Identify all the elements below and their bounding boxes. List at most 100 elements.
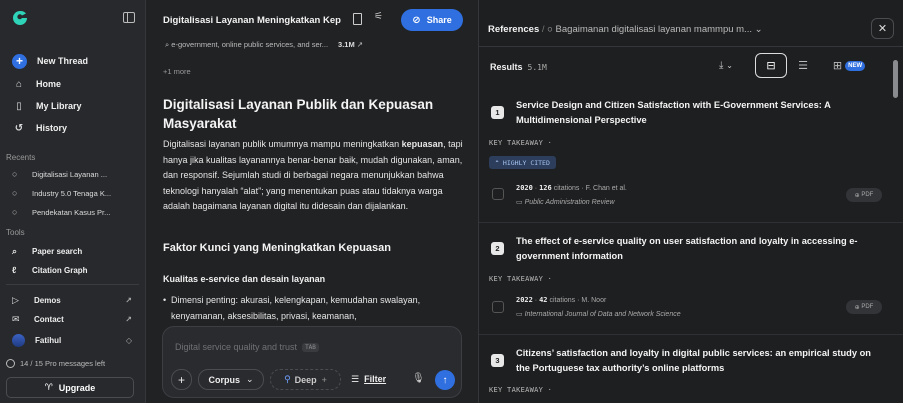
paper-title[interactable]: Service Design and Citizen Satisfaction … xyxy=(516,98,886,128)
recent-item[interactable]: ○ Pendekatan Kasus Pr... xyxy=(0,204,146,220)
sidebar-item-history[interactable]: ↺ History xyxy=(0,119,146,137)
journal-icon: ▭ xyxy=(516,311,523,318)
query-input[interactable]: Digital service quality and trust TAB xyxy=(175,342,319,353)
bookmark-icon[interactable] xyxy=(353,13,362,25)
external-link-icon: ↗ xyxy=(125,314,132,324)
usage-ring-icon xyxy=(6,359,15,368)
mic-icon[interactable]: 🎙︎ xyxy=(412,373,425,384)
paper-meta: 2020 · 126 citations · F. Chan et al. xyxy=(516,184,627,192)
sidebar-item-library[interactable]: ▯ My Library xyxy=(0,97,146,115)
filter-button[interactable]: ☰ Filter xyxy=(351,374,386,385)
source-line[interactable]: ⌕ e-government, online public services, … xyxy=(165,40,363,50)
link-icon: ⊘ xyxy=(412,14,421,26)
answer-paragraph: Digitalisasi layanan publik umumnya mamp… xyxy=(163,139,463,212)
mail-icon: ✉ xyxy=(12,313,20,324)
attach-button[interactable]: + xyxy=(171,369,192,390)
view-switcher: ⊟ ☰ ⊞ NEW xyxy=(755,53,883,78)
divider xyxy=(6,284,139,285)
chevron-down-icon: ⌄ xyxy=(754,24,763,35)
divider xyxy=(479,222,903,223)
view-list-button[interactable]: ⊟ xyxy=(755,53,787,78)
home-icon: ⌂ xyxy=(15,78,23,90)
tool-citation-graph[interactable]: ℓ Citation Graph xyxy=(0,262,146,278)
paper-journal[interactable]: ▭ International Journal of Data and Netw… xyxy=(516,310,681,318)
collapse-sidebar-icon[interactable] xyxy=(123,12,135,23)
bookmark-icon: ▯ xyxy=(16,100,22,112)
corpus-select[interactable]: Corpus ⌄ xyxy=(198,369,264,390)
download-icon: ⤓ xyxy=(719,60,724,71)
chat-icon: ○ xyxy=(12,207,18,217)
compact-view-icon: ☰ xyxy=(798,60,808,72)
avatar xyxy=(12,333,25,347)
recent-item[interactable]: ○ Digitalisasi Layanan ... xyxy=(0,166,146,182)
deep-mode-toggle[interactable]: ⚲ Deep + xyxy=(270,369,341,390)
tab-key-hint: TAB xyxy=(302,343,319,353)
thread-title: Digitalisasi Layanan Meningkatkan Kep xyxy=(163,15,341,26)
paper-journal[interactable]: ▭ Public Administration Review xyxy=(516,198,615,206)
plus-icon: + xyxy=(321,374,327,385)
query-select[interactable]: Bagaimanan digitalisasi layanan mammpu m… xyxy=(556,24,752,35)
arrow-up-icon: ↑ xyxy=(442,374,448,386)
chat-icon: ○ xyxy=(547,24,553,35)
references-panel: References / ○ Bagaimanan digitalisasi l… xyxy=(479,0,903,403)
external-link-icon: ↗ xyxy=(125,295,132,305)
pdf-icon: ⊕ xyxy=(854,304,862,311)
thread-panel: Digitalisasi Layanan Meningkatkan Kep ⚟ … xyxy=(146,0,479,403)
recent-item[interactable]: ○ Industry 5.0 Tenaga K... xyxy=(0,185,146,201)
new-badge: NEW xyxy=(845,60,866,71)
view-table-button[interactable]: ⊞ NEW xyxy=(819,53,879,78)
table-view-icon: ⊞ xyxy=(832,60,843,72)
paper-meta: 2022 · 42 citations · M. Noor xyxy=(516,296,607,304)
chat-icon: ○ xyxy=(12,188,18,198)
more-sources[interactable]: +1 more xyxy=(163,67,191,76)
send-button[interactable]: ↑ xyxy=(435,370,455,390)
share-button[interactable]: ⊘ Share xyxy=(401,9,463,31)
upgrade-button[interactable]: ♈ Upgrade xyxy=(6,377,134,398)
view-compact-button[interactable]: ☰ xyxy=(787,53,819,78)
references-header: References / ○ Bagaimanan digitalisasi l… xyxy=(488,24,763,35)
divider xyxy=(479,46,903,47)
paper-number: 3 xyxy=(491,354,504,367)
history-icon: ↺ xyxy=(14,122,24,134)
journal-icon: ▭ xyxy=(516,199,523,206)
contact-link[interactable]: ✉ Contact ↗ xyxy=(0,311,146,327)
demos-link[interactable]: ▷ Demos ↗ xyxy=(0,292,146,308)
sidebar-item-home[interactable]: ⌂ Home xyxy=(0,75,146,93)
graph-icon: ℓ xyxy=(12,265,17,275)
tool-paper-search[interactable]: ⌕ Paper search xyxy=(0,243,146,259)
plus-icon: + xyxy=(177,372,185,387)
plus-icon: + xyxy=(12,53,27,69)
pdf-button[interactable]: ⊕ PDF xyxy=(846,300,882,314)
divider xyxy=(479,334,903,335)
paper-title[interactable]: Citizens’ satisfaction and loyalty in di… xyxy=(516,346,886,376)
pdf-button[interactable]: ⊕ PDF xyxy=(846,188,882,202)
list-item: Dimensi penting: akurasi, kelengkapan, k… xyxy=(163,293,451,324)
logo-icon[interactable] xyxy=(11,9,29,27)
chevron-down-icon: ⌄ xyxy=(245,374,254,384)
select-checkbox[interactable] xyxy=(492,301,504,313)
paper-title[interactable]: The effect of e-service quality on user … xyxy=(516,234,886,264)
recents-heading: Recents xyxy=(6,153,36,162)
subsection-heading: Kualitas e-service dan desain layanan xyxy=(163,274,326,284)
answer-heading: Digitalisasi Layanan Publik dan Kepuasan… xyxy=(163,97,434,131)
close-button[interactable]: ✕ xyxy=(871,18,894,39)
messages-left: 14 / 15 Pro messages left xyxy=(6,359,105,368)
deep-icon: ⚲ xyxy=(284,374,291,384)
key-takeaway-label[interactable]: KEY TAKEAWAY · xyxy=(489,275,552,283)
chat-icon: ○ xyxy=(12,169,18,179)
close-icon: ✕ xyxy=(877,23,888,35)
settings-icon[interactable]: ⚟ xyxy=(374,11,383,22)
highly-cited-badge: ❝ HIGHLY CITED xyxy=(489,156,556,169)
key-takeaway-label[interactable]: KEY TAKEAWAY · xyxy=(489,386,552,394)
tools-heading: Tools xyxy=(6,228,25,237)
chevron-down-icon: ⌄ xyxy=(726,61,733,70)
download-button[interactable]: ⤓ ⌄ xyxy=(719,60,733,71)
key-takeaway-label[interactable]: KEY TAKEAWAY · xyxy=(489,139,552,147)
select-checkbox[interactable] xyxy=(492,188,504,200)
upgrade-icon: ♈ xyxy=(44,382,53,392)
new-thread-button[interactable]: + New Thread xyxy=(0,52,146,70)
list-view-icon: ⊟ xyxy=(766,60,776,72)
user-menu[interactable]: Fatihul ◇ xyxy=(0,332,146,348)
scrollbar[interactable] xyxy=(893,60,898,98)
quote-icon: ❝ xyxy=(495,158,499,167)
